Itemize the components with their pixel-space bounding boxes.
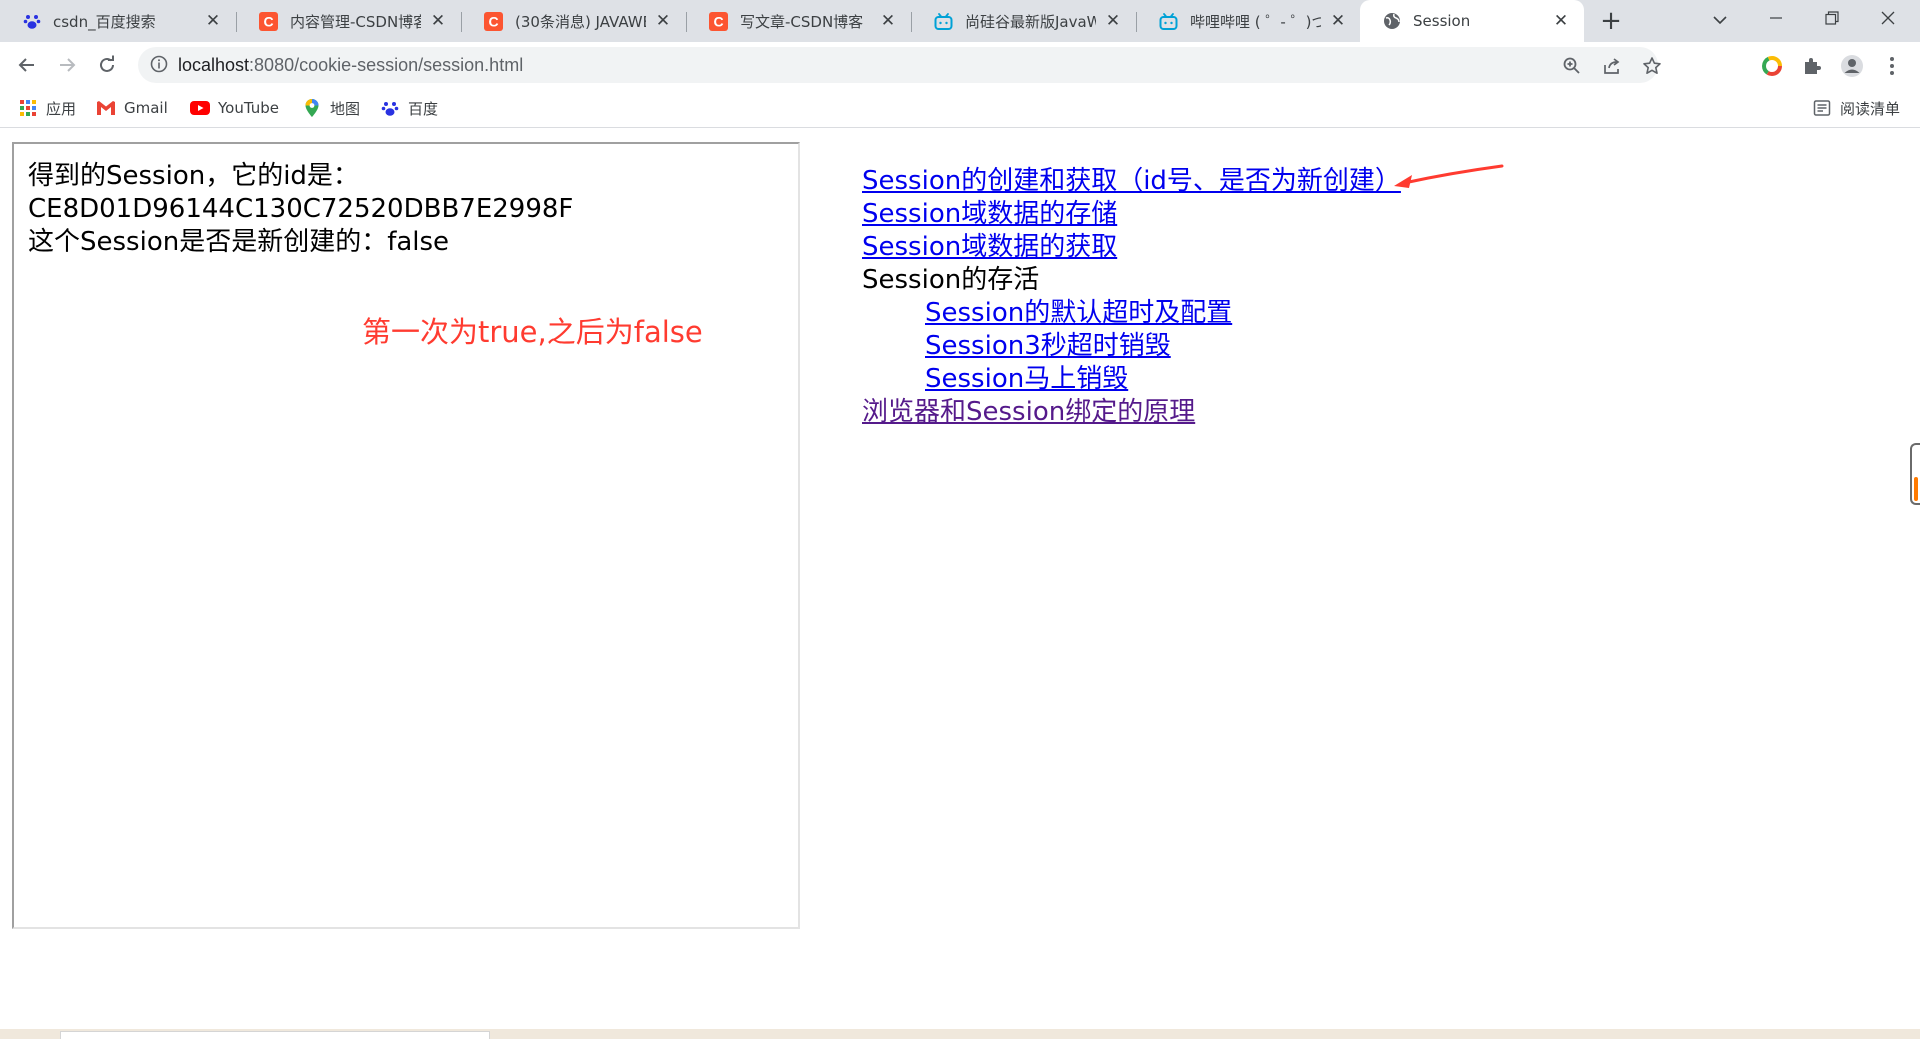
bookmark-baidu[interactable]: 百度: [380, 96, 438, 120]
bilibili-icon: [1159, 12, 1178, 31]
address-bar[interactable]: localhost:8080/cookie-session/session.ht…: [138, 47, 1661, 83]
tab-search-chevron-icon[interactable]: [1692, 0, 1748, 42]
site-info-icon[interactable]: [150, 55, 170, 75]
tab-close-icon[interactable]: ✕: [652, 11, 674, 31]
tab-csdn-javaweb[interactable]: C (30条消息) JAVAWEB ✕: [462, 0, 686, 42]
csdn-icon: C: [709, 11, 728, 31]
extensions-puzzle-icon[interactable]: [1800, 54, 1824, 78]
tab-title: 哔哩哔哩 ( ゜- ゜)つロ: [1190, 12, 1321, 31]
session-is-new-line: 这个Session是否是新创建的：false: [28, 227, 450, 257]
zoom-icon[interactable]: [1561, 55, 1583, 77]
tab-title: csdn_百度搜索: [53, 12, 156, 31]
link-session-create-get[interactable]: Session的创建和获取（id号、是否为新创建）: [862, 165, 1401, 198]
session-links-list: Session的创建和获取（id号、是否为新创建） Session域数据的存储 …: [862, 165, 1401, 429]
bookmark-maps[interactable]: 地图: [302, 96, 360, 120]
extension-ring-icon[interactable]: [1760, 54, 1784, 78]
bookmark-label: 应用: [46, 99, 77, 118]
globe-icon: [1382, 12, 1401, 31]
bookmark-label: Gmail: [124, 99, 168, 117]
tab-bilibili-javaweb[interactable]: 尚硅谷最新版JavaWe ✕: [912, 0, 1136, 42]
tab-close-icon[interactable]: ✕: [1327, 11, 1349, 31]
tab-bilibili-home[interactable]: 哔哩哔哩 ( ゜- ゜)つロ ✕: [1137, 0, 1361, 42]
gmail-icon: [96, 98, 116, 118]
os-taskbar: [0, 1029, 1920, 1039]
toolbar: localhost:8080/cookie-session/session.ht…: [0, 42, 1920, 88]
tab-csdn-write-article[interactable]: C 写文章-CSDN博客 ✕: [687, 0, 911, 42]
link-session-default-timeout[interactable]: Session的默认超时及配置: [925, 297, 1401, 330]
tab-strip: csdn_百度搜索 ✕ C 内容管理-CSDN博客 ✕ C (30条消息) JA…: [0, 0, 1920, 42]
tab-close-icon[interactable]: ✕: [1102, 11, 1124, 31]
session-id-value: CE8D01D96144C130C72520DBB7E2998F: [28, 194, 574, 224]
share-icon[interactable]: [1601, 55, 1623, 77]
svg-text:C: C: [713, 13, 723, 29]
close-window-button[interactable]: [1860, 0, 1916, 42]
tab-title: 写文章-CSDN博客: [740, 12, 864, 31]
link-session-3s-timeout[interactable]: Session3秒超时销毁: [925, 330, 1401, 363]
bookmark-label: YouTube: [218, 99, 279, 117]
session-alive-heading: Session的存活: [862, 265, 1040, 295]
back-button[interactable]: [12, 50, 42, 80]
new-tab-button[interactable]: +: [1596, 6, 1626, 36]
tab-csdn-baidu-search[interactable]: csdn_百度搜索 ✕: [0, 0, 236, 42]
link-session-store[interactable]: Session域数据的存储: [862, 198, 1401, 231]
restore-button[interactable]: [1804, 0, 1860, 42]
tab-close-icon[interactable]: ✕: [202, 11, 224, 31]
bookmark-youtube[interactable]: YouTube: [190, 96, 279, 120]
bookmark-gmail[interactable]: Gmail: [96, 96, 168, 120]
tab-title: (30条消息) JAVAWEB: [515, 12, 646, 31]
tab-title: Session: [1413, 12, 1471, 30]
tab-title: 内容管理-CSDN博客: [290, 12, 421, 31]
profile-avatar-icon[interactable]: [1840, 54, 1864, 78]
reading-list-icon: [1812, 98, 1832, 118]
annotation-note: 第一次为true,之后为false: [362, 315, 703, 349]
session-result-iframe: 得到的Session，它的id是： CE8D01D96144C130C72520…: [12, 142, 800, 929]
annotation-arrow-icon: [1394, 164, 1504, 188]
bookmark-apps[interactable]: 应用: [18, 96, 76, 120]
baidu-paw-icon: [22, 12, 41, 31]
csdn-icon: C: [259, 11, 278, 31]
tab-session-active[interactable]: Session ✕: [1360, 0, 1584, 42]
youtube-icon: [190, 98, 210, 118]
reading-list-button[interactable]: 阅读清单: [1812, 96, 1900, 120]
bookmarks-bar: 应用 Gmail YouTube 地图 百度 阅读清单: [0, 88, 1920, 128]
scroll-position-marker: [1914, 477, 1918, 501]
bookmark-star-icon[interactable]: [1641, 55, 1663, 77]
maps-pin-icon: [302, 98, 322, 118]
link-browser-session-binding[interactable]: 浏览器和Session绑定的原理: [862, 396, 1401, 429]
scrollbar-thumb[interactable]: [1910, 443, 1920, 505]
baidu-paw-icon: [380, 98, 400, 118]
svg-text:C: C: [488, 13, 498, 29]
tab-close-icon[interactable]: ✕: [427, 11, 449, 31]
bilibili-icon: [934, 12, 953, 31]
csdn-icon: C: [484, 11, 503, 31]
minimize-button[interactable]: [1748, 0, 1804, 42]
session-result-text: 得到的Session，它的id是： CE8D01D96144C130C72520…: [28, 160, 573, 259]
svg-text:C: C: [263, 13, 273, 29]
link-session-fetch[interactable]: Session域数据的获取: [862, 231, 1401, 264]
bookmark-label: 地图: [330, 99, 361, 118]
tab-close-icon[interactable]: ✕: [1550, 11, 1572, 31]
tab-title: 尚硅谷最新版JavaWe: [965, 12, 1096, 31]
page-content: 得到的Session，它的id是： CE8D01D96144C130C72520…: [0, 129, 1920, 1029]
forward-button[interactable]: [52, 50, 82, 80]
bookmark-label: 百度: [408, 99, 439, 118]
apps-grid-icon: [18, 98, 38, 118]
url-text[interactable]: localhost:8080/cookie-session/session.ht…: [178, 55, 523, 76]
tab-csdn-content-manage[interactable]: C 内容管理-CSDN博客 ✕: [237, 0, 461, 42]
reload-button[interactable]: [92, 50, 122, 80]
bookmark-label: 阅读清单: [1840, 99, 1901, 118]
tab-close-icon[interactable]: ✕: [877, 11, 899, 31]
link-session-destroy-now[interactable]: Session马上销毁: [925, 363, 1401, 396]
session-id-label: 得到的Session，它的id是：: [28, 161, 359, 191]
taskbar-search-box[interactable]: [60, 1031, 490, 1039]
more-menu-icon[interactable]: [1880, 54, 1904, 78]
